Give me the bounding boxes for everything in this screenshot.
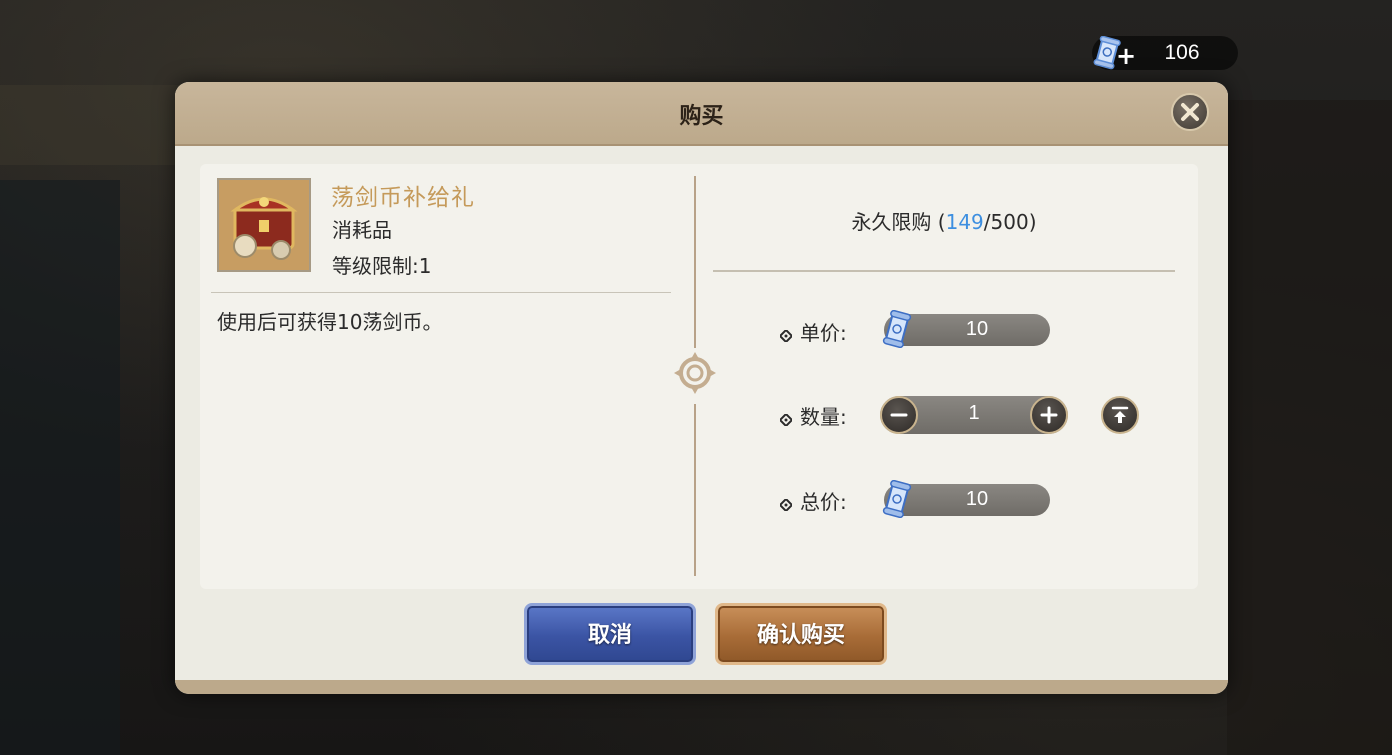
limit-label: 永久限购 — [851, 210, 932, 234]
max-quantity-button[interactable] — [1101, 396, 1139, 434]
background-panel — [0, 180, 120, 755]
quantity-value[interactable]: 1 — [920, 402, 1028, 425]
close-icon — [1181, 103, 1199, 121]
diamond-bullet-icon — [778, 492, 794, 516]
dialog-footer-bar — [175, 680, 1228, 694]
decrease-button[interactable] — [880, 396, 918, 434]
total-price-label: 总价: — [778, 486, 847, 516]
item-description: 使用后可获得10荡剑币。 — [217, 310, 443, 334]
plus-icon[interactable]: + — [1116, 44, 1136, 68]
currency-display[interactable]: + 106 — [1092, 35, 1238, 70]
vertical-divider — [694, 176, 696, 348]
unit-price-label: 单价: — [778, 317, 847, 347]
background-panel — [0, 85, 180, 165]
limit-current: 149 — [945, 210, 984, 234]
divider-line — [713, 270, 1175, 272]
diamond-bullet-icon — [778, 407, 794, 431]
quantity-label: 数量: — [778, 401, 847, 431]
purchase-dialog: 购买 荡剑币补给礼 消耗品 等级限制:1 使用后可获得10荡剑币。 永久限购 (… — [175, 82, 1228, 694]
currency-value: 106 — [1164, 41, 1200, 64]
confirm-purchase-button[interactable]: 确认购买 — [715, 603, 887, 665]
plus-icon — [1040, 406, 1058, 424]
divider-line — [211, 292, 671, 293]
vertical-divider — [694, 404, 696, 576]
limit-max: 500 — [990, 210, 1029, 234]
dialog-title: 购买 — [679, 103, 724, 129]
close-button[interactable] — [1171, 93, 1209, 131]
increase-button[interactable] — [1030, 396, 1068, 434]
item-name: 荡剑币补给礼 — [331, 185, 475, 211]
ornament-icon — [672, 350, 718, 400]
ticket-scroll-icon — [882, 479, 912, 522]
treasure-chest-icon — [217, 178, 311, 272]
max-arrow-icon — [1111, 406, 1129, 423]
item-type: 消耗品 — [332, 218, 392, 242]
cancel-button[interactable]: 取消 — [524, 603, 696, 665]
minus-icon — [890, 413, 908, 417]
dialog-header: 购买 — [175, 82, 1228, 146]
unit-price-value: 10 — [965, 318, 989, 340]
total-price-value: 10 — [965, 488, 989, 510]
ticket-scroll-icon — [882, 309, 912, 352]
content-panel: 荡剑币补给礼 消耗品 等级限制:1 使用后可获得10荡剑币。 永久限购 (149… — [200, 164, 1198, 589]
background-panel — [1227, 100, 1392, 755]
purchase-limit: 永久限购 (149/500) — [851, 210, 1037, 234]
item-level-limit: 等级限制:1 — [332, 254, 432, 278]
diamond-bullet-icon — [778, 323, 794, 347]
